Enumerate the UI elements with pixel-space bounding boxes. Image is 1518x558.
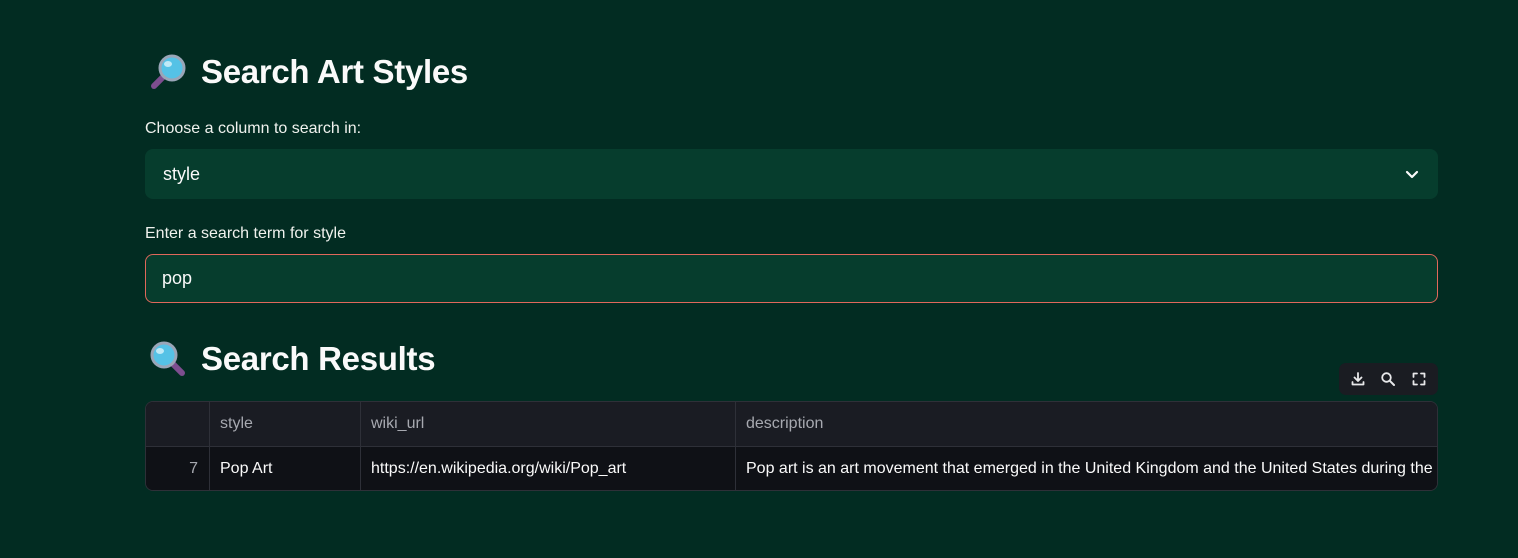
style-cell[interactable]: Pop Art	[210, 447, 361, 490]
magnifying-glass-right-icon	[151, 54, 186, 89]
download-icon	[1351, 372, 1365, 386]
table-row: 7 Pop Art https://en.wikipedia.org/wiki/…	[146, 447, 1437, 490]
dataframe-toolbar	[1339, 363, 1438, 395]
wiki-url-cell[interactable]: https://en.wikipedia.org/wiki/Pop_art	[361, 447, 736, 490]
description-column-header[interactable]: description	[736, 402, 1437, 446]
results-title: Search Results	[201, 340, 436, 377]
wiki-url-column-header[interactable]: wiki_url	[361, 402, 736, 446]
column-select-label: Choose a column to search in:	[145, 120, 362, 137]
column-select[interactable]: style	[145, 149, 1438, 199]
fullscreen-button[interactable]	[1408, 368, 1430, 390]
column-select-value: style	[163, 163, 201, 184]
fullscreen-icon	[1412, 372, 1426, 386]
magnifying-glass-left-icon	[150, 341, 185, 376]
search-term-input[interactable]	[145, 254, 1438, 303]
search-icon	[1381, 372, 1396, 386]
table-header-row: style wiki_url description	[146, 402, 1437, 447]
search-results-heading: Search Results	[149, 340, 436, 378]
search-term-label: Enter a search term for style	[145, 225, 346, 242]
download-button[interactable]	[1347, 368, 1369, 390]
style-column-header[interactable]: style	[210, 402, 361, 446]
page-title: Search Art Styles	[201, 53, 468, 90]
row-index-cell[interactable]: 7	[146, 447, 210, 490]
description-cell[interactable]: Pop art is an art movement that emerged …	[736, 447, 1437, 490]
search-art-styles-heading: Search Art Styles	[149, 53, 468, 91]
table-search-button[interactable]	[1377, 368, 1399, 390]
chevron-down-icon	[1405, 170, 1419, 179]
results-table: style wiki_url description 7 Pop Art htt…	[145, 401, 1438, 491]
index-column-header[interactable]	[146, 402, 210, 446]
